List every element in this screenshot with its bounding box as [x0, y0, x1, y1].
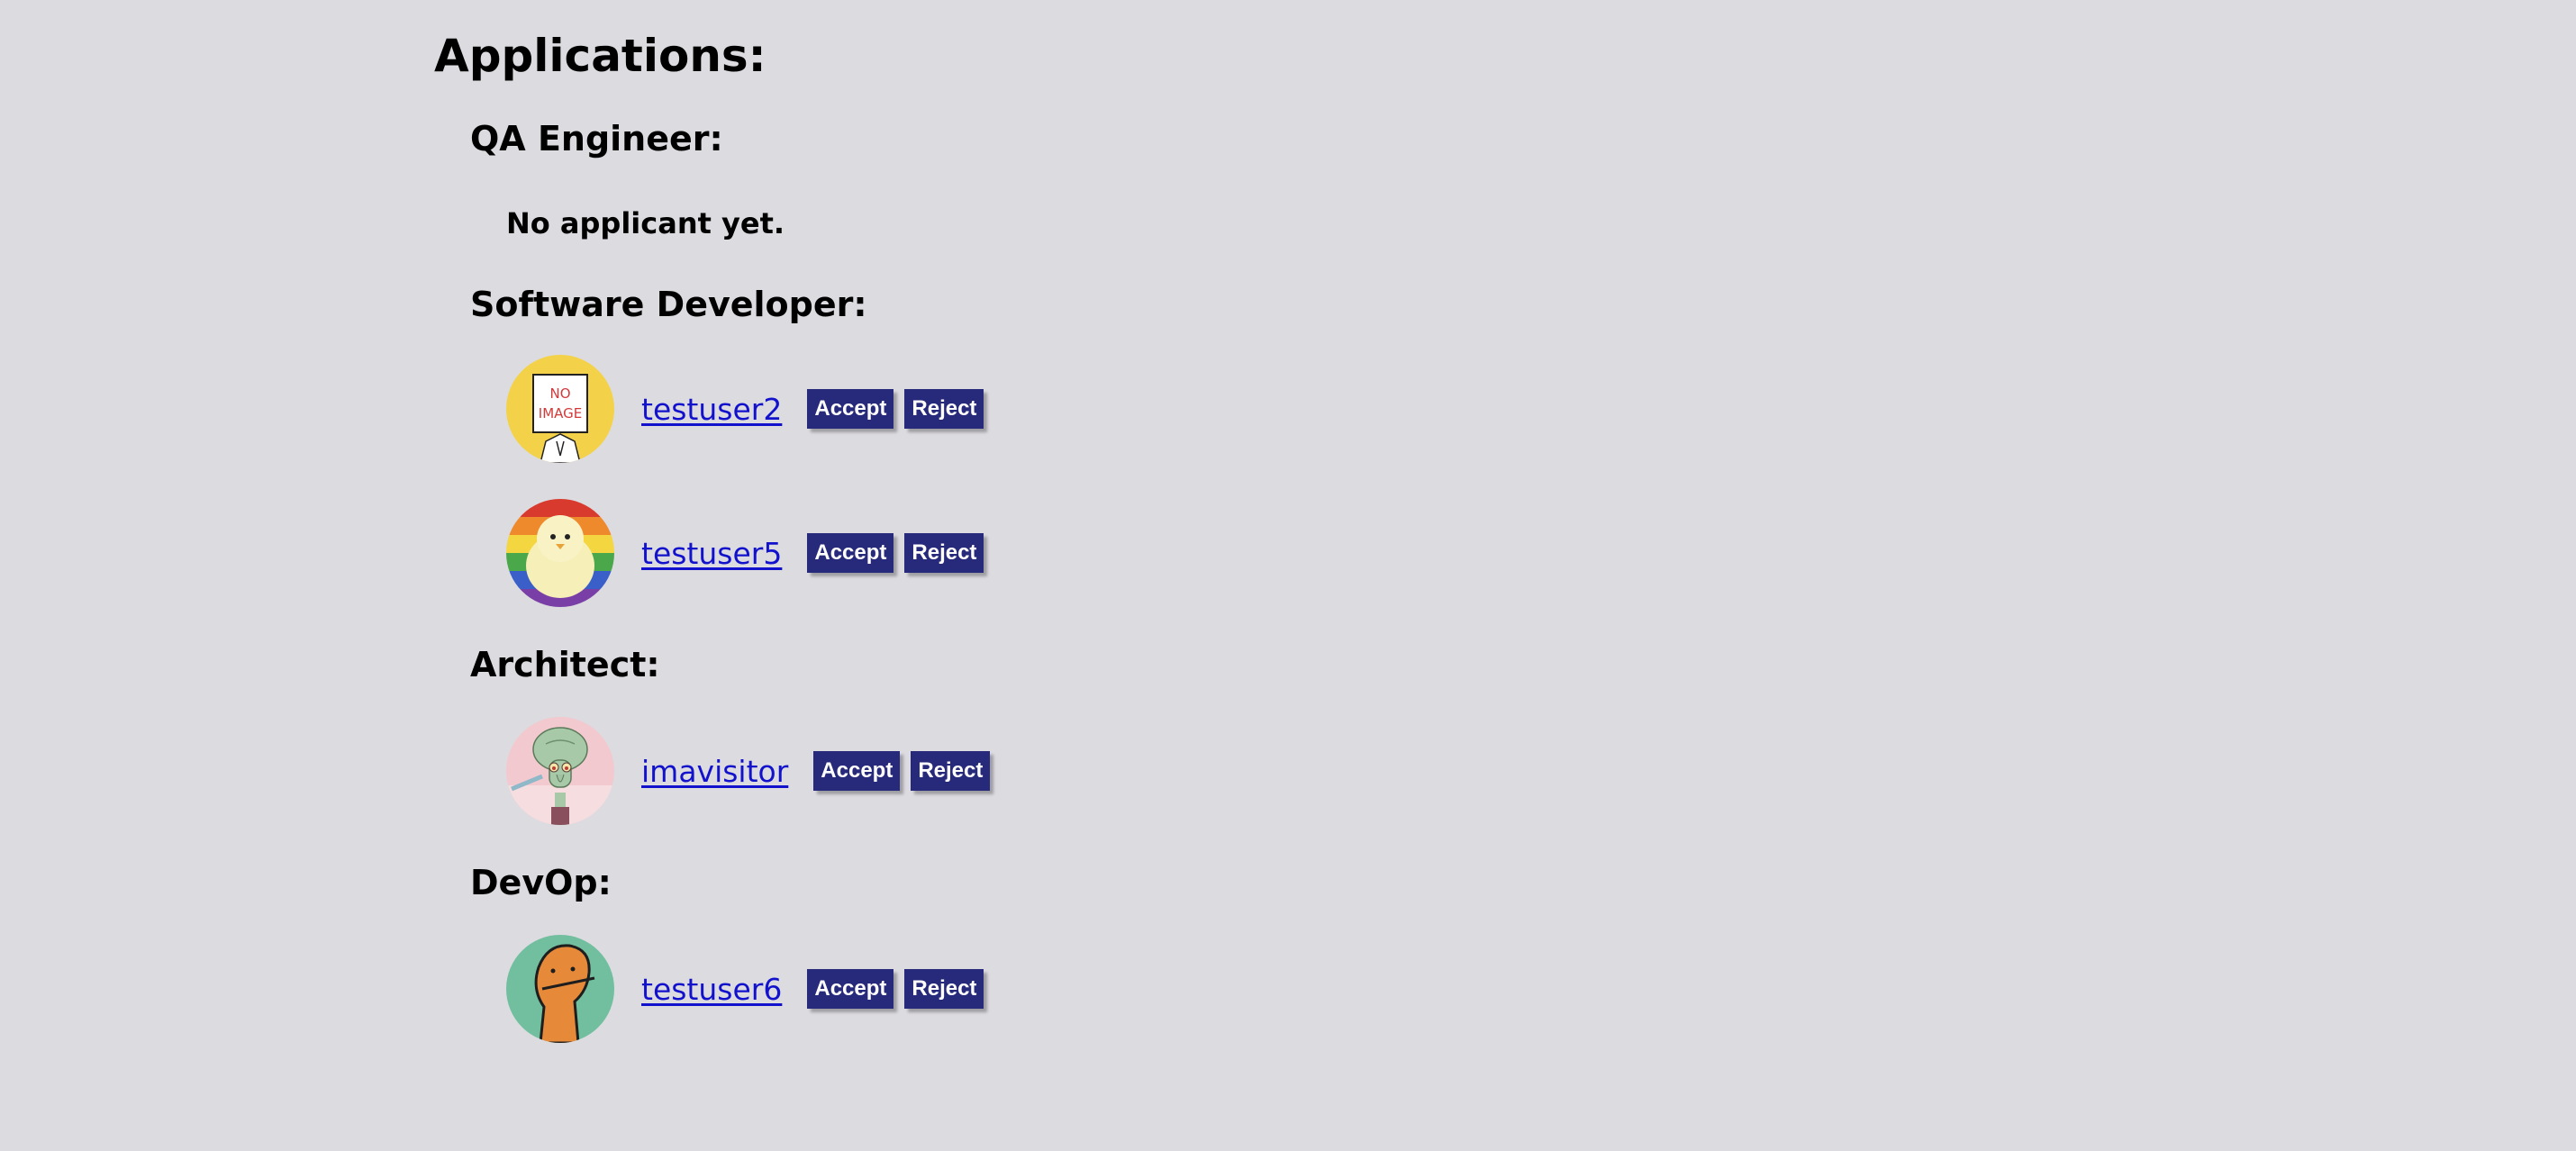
- reject-button[interactable]: Reject: [904, 969, 984, 1009]
- applicant-username-link[interactable]: testuser2: [641, 392, 782, 427]
- job-title: DevOp:: [470, 863, 612, 902]
- job-section-devop: DevOp: testuser6 Accept Reject: [470, 863, 1515, 1043]
- applications-page: Applications: QA Engineer: No applicant …: [434, 27, 1515, 1043]
- no-image-avatar-icon: NO IMAGE: [506, 355, 614, 463]
- accept-button[interactable]: Accept: [807, 533, 894, 573]
- avatar: [506, 499, 614, 607]
- job-section-software-developer: Software Developer: NO IMAGE testuser2 A…: [470, 285, 1515, 607]
- avatar: [506, 717, 614, 825]
- applicant-username-link[interactable]: testuser5: [641, 536, 782, 571]
- accept-button[interactable]: Accept: [807, 389, 894, 429]
- applicant-row: imavisitor Accept Reject: [506, 717, 1515, 825]
- job-section-architect: Architect: imavisitor Accept Reject: [470, 645, 1515, 825]
- avatar: [506, 935, 614, 1043]
- reject-button[interactable]: Reject: [904, 389, 984, 429]
- applicant-row: testuser6 Accept Reject: [506, 935, 1515, 1043]
- applicant-row: testuser5 Accept Reject: [506, 499, 1515, 607]
- accept-button[interactable]: Accept: [807, 969, 894, 1009]
- page-title: Applications:: [434, 30, 766, 82]
- reject-button[interactable]: Reject: [904, 533, 984, 573]
- accept-button[interactable]: Accept: [813, 751, 901, 791]
- job-section-qa-engineer: QA Engineer: No applicant yet.: [470, 119, 1515, 241]
- squidward-avatar-icon: [506, 717, 614, 825]
- job-title: Software Developer:: [470, 285, 867, 324]
- applicant-username-link[interactable]: testuser6: [641, 972, 782, 1007]
- applicant-username-link[interactable]: imavisitor: [641, 754, 788, 789]
- chick-avatar-icon: [506, 499, 614, 607]
- avatar: NO IMAGE: [506, 355, 614, 463]
- job-title: Architect:: [470, 645, 660, 684]
- orange-creature-avatar-icon: [506, 935, 614, 1043]
- avatar-text-line2: IMAGE: [539, 405, 582, 421]
- avatar-text-line1: NO: [549, 385, 570, 402]
- job-title: QA Engineer:: [470, 119, 723, 159]
- no-applicant-note: No applicant yet.: [506, 206, 785, 240]
- applicant-row: NO IMAGE testuser2 Accept Reject: [506, 355, 1515, 463]
- reject-button[interactable]: Reject: [911, 751, 991, 791]
